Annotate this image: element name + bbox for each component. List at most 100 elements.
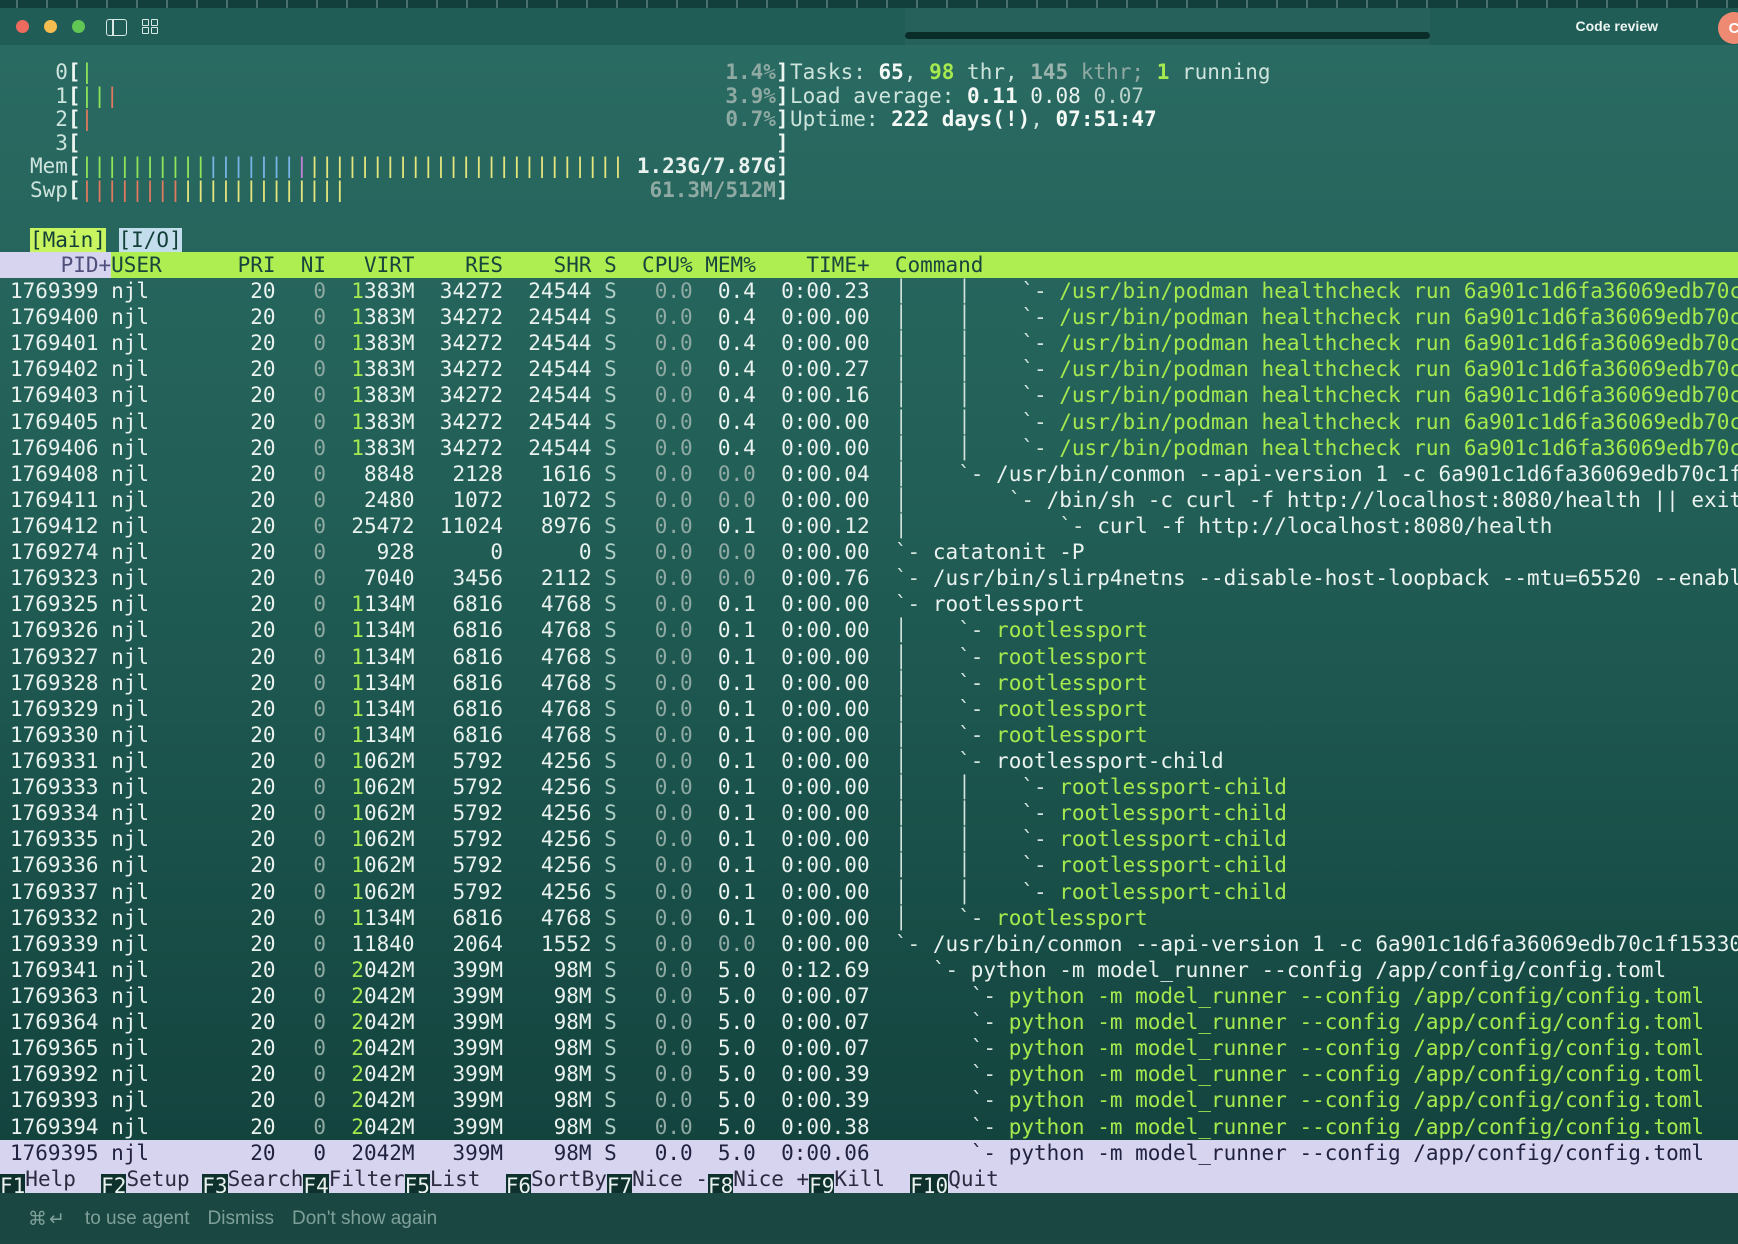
process-command: │ `- rootlessport <box>895 905 1738 931</box>
process-command: `- catatonit -P <box>895 539 1738 565</box>
process-command: `- /usr/bin/conmon --api-version 1 -c 6a… <box>895 931 1738 957</box>
dont-show-again-button[interactable]: Don't show again <box>292 1208 437 1230</box>
avatar[interactable]: C <box>1718 12 1738 44</box>
tab-main[interactable]: [Main] <box>30 228 106 253</box>
column-header-time[interactable]: TIME+ <box>768 252 869 278</box>
process-row-1769330[interactable]: 1769330njl2001134M68164768S0.00.10:00.00… <box>0 722 1738 748</box>
agent-hint-overlay: ⌘↵ to use agent Dismiss Don't show again <box>0 1193 1738 1244</box>
cpu-meter: 2[|0.7%] <box>30 108 789 132</box>
process-command: │ `- rootlessport <box>895 644 1738 670</box>
fnkey-f2-setup[interactable]: F2Setup <box>101 1166 202 1193</box>
fnkey-f9-kill[interactable]: F9Kill <box>809 1166 910 1193</box>
process-row-1769401[interactable]: 1769401njl2001383M3427224544S0.00.40:00.… <box>0 330 1738 356</box>
fnkey-f8-nice[interactable]: F8Nice + <box>708 1166 809 1193</box>
process-row-1769327[interactable]: 1769327njl2001134M68164768S0.00.10:00.00… <box>0 644 1738 670</box>
process-row-1769411[interactable]: 1769411njl200248010721072S0.00.00:00.00│… <box>0 487 1738 513</box>
meter-label: 0 <box>30 61 68 85</box>
meter-value: 61.3M/512M <box>650 179 776 203</box>
process-command: `- python -m model_runner --config /app/… <box>895 1035 1738 1061</box>
column-header-shr[interactable]: SHR <box>516 252 592 278</box>
column-header-virt[interactable]: VIRT <box>339 252 415 278</box>
process-row-1769329[interactable]: 1769329njl2001134M68164768S0.00.10:00.00… <box>0 696 1738 722</box>
process-row-1769326[interactable]: 1769326njl2001134M68164768S0.00.10:00.00… <box>0 617 1738 643</box>
fnkey-f1-help[interactable]: F1Help <box>0 1166 101 1193</box>
meter-bar-segment: ||||||||||||| <box>182 179 346 202</box>
tab-io[interactable]: [I/O] <box>119 228 182 253</box>
process-row-1769406[interactable]: 1769406njl2001383M3427224544S0.00.40:00.… <box>0 435 1738 461</box>
process-row-1769274[interactable]: 1769274njl20092800S0.00.00:00.00`- catat… <box>0 539 1738 565</box>
cpu-meter: 3[0.0%] <box>30 132 789 156</box>
column-header-ni[interactable]: NI <box>288 252 326 278</box>
tasks-line: Tasks: 65, 98 thr, 145 kthr; 1 running <box>790 61 1271 85</box>
process-row-1769365[interactable]: 1769365njl2002042M399M98MS0.05.00:00.07 … <box>0 1035 1738 1061</box>
process-row-1769393[interactable]: 1769393njl2002042M399M98MS0.05.00:00.39 … <box>0 1087 1738 1113</box>
meter-label: 2 <box>30 108 68 132</box>
process-row-1769394[interactable]: 1769394njl2002042M399M98MS0.05.00:00.38 … <box>0 1114 1738 1140</box>
process-row-1769323[interactable]: 1769323njl200704034562112S0.00.00:00.76`… <box>0 565 1738 591</box>
process-row-1769332[interactable]: 1769332njl2001134M68164768S0.00.10:00.00… <box>0 905 1738 931</box>
column-header-pri[interactable]: PRI <box>238 252 276 278</box>
dismiss-button[interactable]: Dismiss <box>208 1208 275 1230</box>
column-header-pid[interactable]: PID+ <box>0 252 111 278</box>
swap-meter: Swp[|||||||||||||||||||||61.3M/512M] <box>30 179 789 203</box>
process-row-1769403[interactable]: 1769403njl2001383M3427224544S0.00.40:00.… <box>0 382 1738 408</box>
process-command: │ `- rootlessport-child <box>895 748 1738 774</box>
process-row-1769328[interactable]: 1769328njl2001134M68164768S0.00.10:00.00… <box>0 670 1738 696</box>
column-header-user[interactable]: USER <box>111 252 237 278</box>
fnkey-f5-list[interactable]: F5List <box>405 1166 506 1193</box>
column-header-s[interactable]: S <box>604 252 617 278</box>
sidebar-toggle-icon[interactable] <box>106 19 127 36</box>
meter-label: Mem <box>30 155 68 179</box>
meter-bar-segment: | <box>296 155 309 178</box>
process-table: 1769399njl2001383M3427224544S0.00.40:00.… <box>0 278 1738 1166</box>
process-row-1769412[interactable]: 1769412njl20025472110248976S0.00.10:00.1… <box>0 513 1738 539</box>
keyboard-shortcut-icon: ⌘↵ <box>28 1208 67 1230</box>
process-row-1769400[interactable]: 1769400njl2001383M3427224544S0.00.40:00.… <box>0 304 1738 330</box>
meter-bar-segment: ||||||| <box>207 155 296 178</box>
process-command: │ `- rootlessport <box>895 617 1738 643</box>
process-row-1769363[interactable]: 1769363njl2002042M399M98MS0.05.00:00.07 … <box>0 983 1738 1009</box>
zoom-window-button[interactable] <box>72 20 85 33</box>
meter-bar-segment: |||||||||| <box>81 155 207 178</box>
column-header-res[interactable]: RES <box>427 252 503 278</box>
process-row-1769325[interactable]: 1769325njl2001134M68164768S0.00.10:00.00… <box>0 591 1738 617</box>
fnkey-f4-filter[interactable]: F4Filter <box>303 1166 404 1193</box>
grid-layout-icon[interactable] <box>142 19 158 34</box>
fnkey-f7-nice[interactable]: F7Nice - <box>607 1166 708 1193</box>
column-header-mem[interactable]: MEM% <box>705 252 756 278</box>
process-row-1769395[interactable]: 1769395njl2002042M399M98MS0.05.00:00.06 … <box>0 1140 1738 1166</box>
fnkey-f6-sortby[interactable]: F6SortBy <box>506 1166 607 1193</box>
column-header-command[interactable]: Command <box>895 252 1738 278</box>
process-row-1769337[interactable]: 1769337njl2001062M57924256S0.00.10:00.00… <box>0 879 1738 905</box>
meter-bar-segment: | <box>81 61 94 84</box>
process-row-1769341[interactable]: 1769341njl2002042M399M98MS0.05.00:12.69 … <box>0 957 1738 983</box>
process-command: │ │ `- /usr/bin/podman healthcheck run 6… <box>895 356 1738 382</box>
terminal-tab[interactable] <box>905 8 1430 45</box>
meter-bar-segment: | <box>81 108 94 131</box>
process-command: │ │ `- rootlessport-child <box>895 826 1738 852</box>
fnkey-f10-quit[interactable]: F10Quit <box>910 1166 1024 1193</box>
process-row-1769405[interactable]: 1769405njl2001383M3427224544S0.00.40:00.… <box>0 409 1738 435</box>
process-row-1769336[interactable]: 1769336njl2001062M57924256S0.00.10:00.00… <box>0 852 1738 878</box>
process-command: │ │ `- /usr/bin/podman healthcheck run 6… <box>895 304 1738 330</box>
close-window-button[interactable] <box>16 20 29 33</box>
process-row-1769331[interactable]: 1769331njl2001062M57924256S0.00.10:00.00… <box>0 748 1738 774</box>
column-header-cpu[interactable]: CPU% <box>629 252 692 278</box>
process-row-1769364[interactable]: 1769364njl2002042M399M98MS0.05.00:00.07 … <box>0 1009 1738 1035</box>
code-review-button[interactable]: Code review <box>1576 18 1658 34</box>
process-row-1769402[interactable]: 1769402njl2001383M3427224544S0.00.40:00.… <box>0 356 1738 382</box>
process-row-1769339[interactable]: 1769339njl2001184020641552S0.00.00:00.00… <box>0 931 1738 957</box>
uptime-line: Uptime: 222 days(!), 07:51:47 <box>790 108 1271 132</box>
process-row-1769392[interactable]: 1769392njl2002042M399M98MS0.05.00:00.39 … <box>0 1061 1738 1087</box>
process-command: │ │ `- /usr/bin/podman healthcheck run 6… <box>895 382 1738 408</box>
process-row-1769399[interactable]: 1769399njl2001383M3427224544S0.00.40:00.… <box>0 278 1738 304</box>
process-row-1769408[interactable]: 1769408njl200884821281616S0.00.00:00.04│… <box>0 461 1738 487</box>
cpu-meter: 0[|1.4%] <box>30 61 789 85</box>
process-command: │ │ `- rootlessport-child <box>895 774 1738 800</box>
process-row-1769334[interactable]: 1769334njl2001062M57924256S0.00.10:00.00… <box>0 800 1738 826</box>
minimize-window-button[interactable] <box>44 20 57 33</box>
function-key-bar: F1HelpF2SetupF3SearchF4FilterF5ListF6Sor… <box>0 1166 1738 1193</box>
process-row-1769335[interactable]: 1769335njl2001062M57924256S0.00.10:00.00… <box>0 826 1738 852</box>
fnkey-f3-search[interactable]: F3Search <box>202 1166 303 1193</box>
process-row-1769333[interactable]: 1769333njl2001062M57924256S0.00.10:00.00… <box>0 774 1738 800</box>
